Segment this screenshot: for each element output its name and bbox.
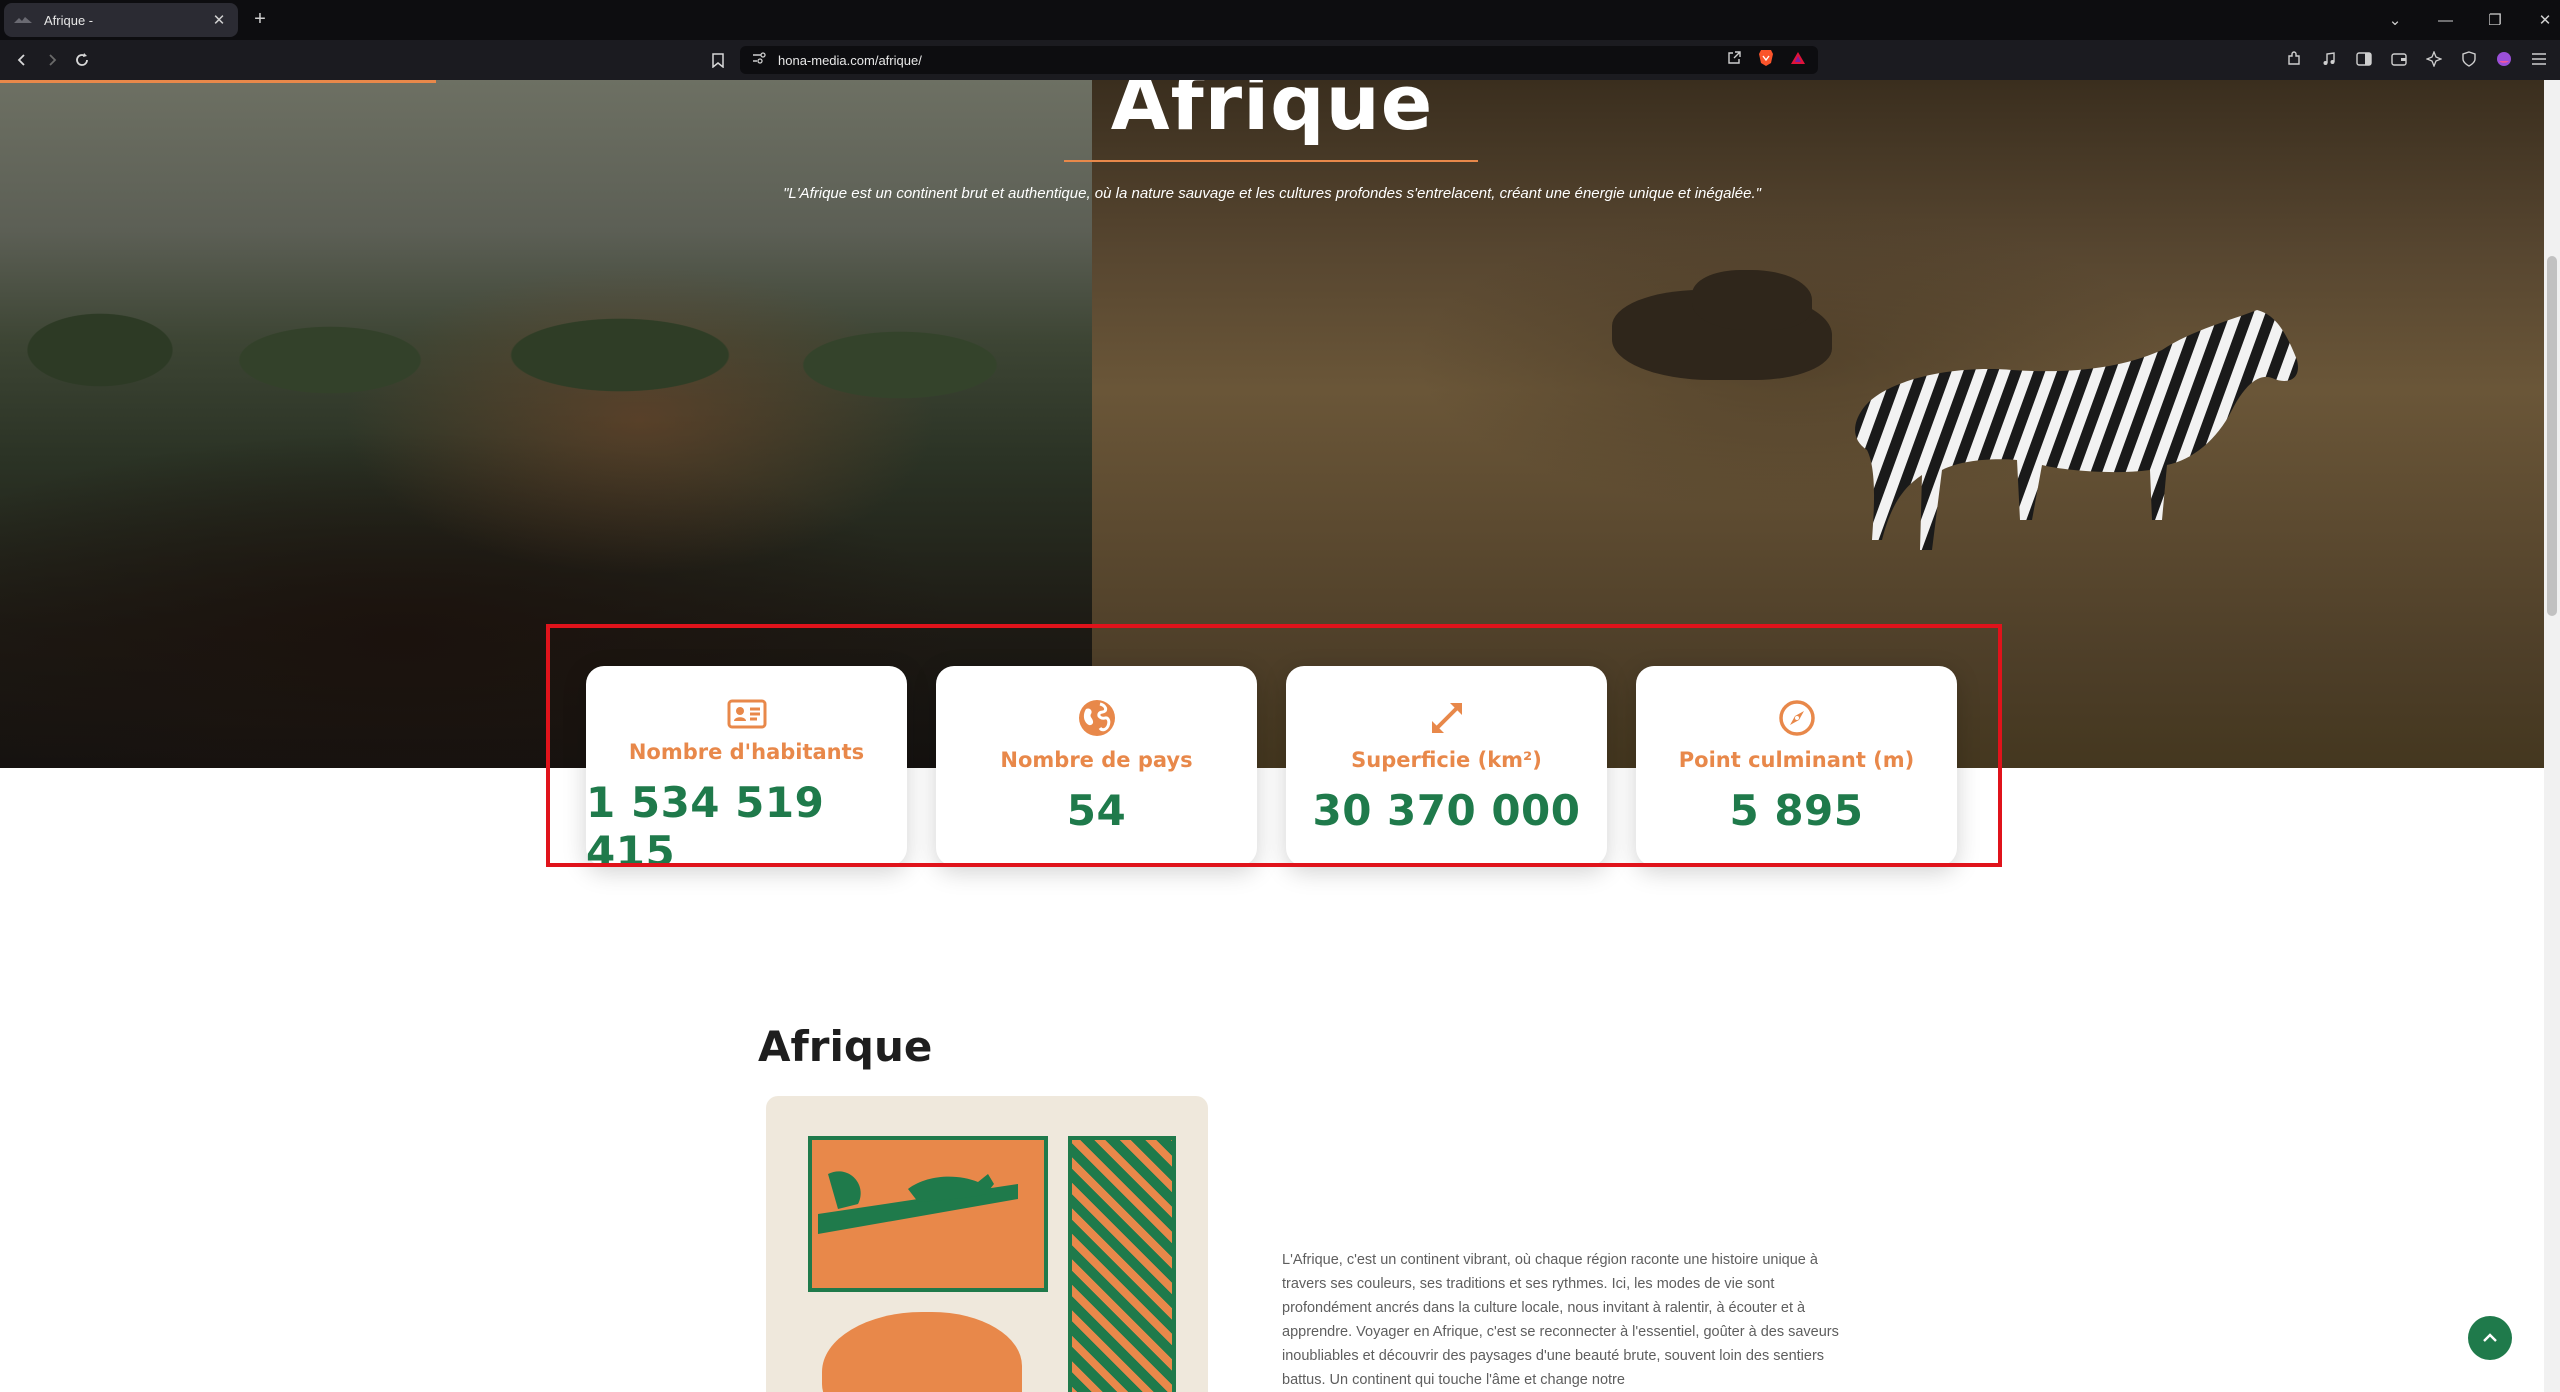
stamp-leopard-panel <box>808 1136 1048 1292</box>
forward-arrow-icon[interactable] <box>40 48 64 72</box>
share-icon[interactable] <box>1727 50 1742 70</box>
hero-divider <box>1064 160 1478 162</box>
new-tab-button[interactable]: + <box>248 8 272 30</box>
stamp-africa-map <box>822 1312 1022 1392</box>
africa-stamp-illustration <box>772 1102 1202 1392</box>
reload-icon[interactable] <box>70 48 94 72</box>
reading-progress-bar <box>0 80 436 83</box>
site-settings-icon[interactable] <box>752 51 766 69</box>
back-to-top-button[interactable] <box>2468 1316 2512 1360</box>
main-menu-icon[interactable] <box>2528 48 2550 70</box>
brave-rewards-icon[interactable] <box>1790 51 1806 70</box>
vpn-shield-icon[interactable] <box>2458 48 2480 70</box>
wallet-icon[interactable] <box>2388 48 2410 70</box>
profile-avatar-icon[interactable] <box>2493 48 2515 70</box>
music-note-icon[interactable] <box>2318 48 2340 70</box>
window-controls: ⌄ — ❐ ✕ <box>2388 0 2552 40</box>
stats-highlight-box <box>546 624 2002 867</box>
leopard-icon <box>818 1171 1018 1234</box>
minimize-button[interactable]: — <box>2438 12 2453 29</box>
hero-quote: "L'Afrique est un continent brut et auth… <box>783 185 1761 202</box>
page-scrollbar[interactable] <box>2544 80 2560 1392</box>
hero-trees <box>0 280 1092 420</box>
brave-shield-icon[interactable] <box>1758 49 1774 72</box>
tab-close-icon[interactable]: ✕ <box>210 11 228 29</box>
section-title: Afrique <box>758 1022 933 1071</box>
site-favicon-icon <box>14 14 34 26</box>
section-paragraph: L'Afrique, c'est un continent vibrant, o… <box>1282 1252 1839 1388</box>
extension-puzzle-icon[interactable] <box>2283 48 2305 70</box>
address-bar-actions <box>1727 49 1806 72</box>
webpage-viewport: Afrique "L'Afrique est un continent brut… <box>0 80 2544 1392</box>
browser-tab[interactable]: Afrique - ✕ <box>4 3 238 37</box>
bookmark-icon[interactable] <box>706 48 730 72</box>
scrollbar-thumb[interactable] <box>2547 256 2557 616</box>
zebra-image <box>1855 310 2298 550</box>
back-arrow-icon[interactable] <box>10 48 34 72</box>
browser-toolbar: hona-media.com/afrique/ <box>0 40 2560 80</box>
leo-ai-icon[interactable] <box>2423 48 2445 70</box>
browser-tab-strip: Afrique - ✕ + ⌄ — ❐ ✕ <box>0 0 2560 40</box>
restore-button[interactable]: ❐ <box>2488 11 2502 29</box>
tab-search-chevron-icon[interactable]: ⌄ <box>2388 11 2402 29</box>
extensions-area <box>2283 48 2550 70</box>
hero-title: Afrique <box>1110 80 1434 147</box>
chevron-up-icon <box>2483 1333 2497 1342</box>
stamp-pattern-panel <box>1068 1136 1176 1392</box>
address-bar[interactable]: hona-media.com/afrique/ <box>740 46 1818 74</box>
tab-title: Afrique - <box>44 12 94 28</box>
close-window-button[interactable]: ✕ <box>2538 11 2552 29</box>
url-text: hona-media.com/afrique/ <box>778 52 922 68</box>
sidebar-toggle-icon[interactable] <box>2353 48 2375 70</box>
